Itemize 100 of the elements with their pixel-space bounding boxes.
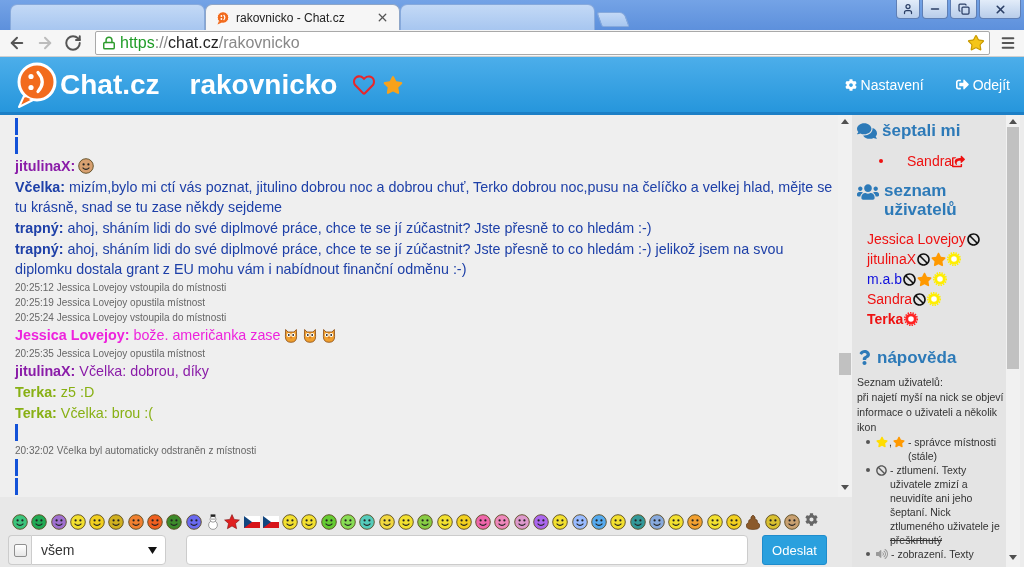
bullet-icon: [866, 440, 870, 444]
help-text: - ztlumení. Texty uživatele zmizí a neuvidíte ani jeho šeptaní. Nick ztlumeného uživatele je přeškrtnutý: [890, 463, 1001, 547]
smiley-icon[interactable]: [185, 514, 202, 530]
send-button[interactable]: Odeslat: [762, 535, 827, 565]
smiley-icon[interactable]: [436, 514, 453, 530]
profile-button[interactable]: [896, 0, 920, 19]
system-message: 20:25:24 Jessica Lovejoy vstoupila do místnosti: [15, 311, 228, 325]
smiley-icon[interactable]: [494, 514, 511, 530]
smiley-icon[interactable]: [69, 514, 86, 530]
smiley-icon[interactable]: [397, 514, 414, 530]
ban-icon: [903, 272, 916, 286]
marker-bar: [15, 424, 18, 441]
section-title: šeptali mi: [882, 121, 961, 140]
logout-link[interactable]: Odejít: [955, 76, 1010, 93]
smiley-icon[interactable]: [513, 514, 530, 530]
question-icon: [857, 350, 872, 365]
smiley-icon[interactable]: [590, 514, 607, 530]
username[interactable]: Sandra: [867, 291, 913, 307]
system-message: 20:25:19 Jessica Lovejoy opustila místnost: [15, 296, 207, 310]
punctuation-text: ,: [889, 435, 892, 449]
scroll-down-icon[interactable]: [841, 485, 849, 490]
caret-icon: [148, 546, 157, 554]
scroll-down-icon[interactable]: [1009, 555, 1017, 560]
speech-bubble-icon: [15, 61, 57, 108]
username[interactable]: Jessica Lovejoy: [867, 231, 966, 247]
scrollbar[interactable]: [1006, 115, 1020, 567]
smiley-icon[interactable]: [783, 514, 800, 530]
scrollbar-thumb[interactable]: [1007, 127, 1019, 369]
chat-message: Jessica Lovejoy: bože. američanka zase: [15, 327, 281, 343]
owl-icon: [283, 327, 300, 343]
smiley-icon[interactable]: [475, 514, 492, 530]
smiley-icon[interactable]: [378, 514, 395, 530]
star-icon: [931, 251, 947, 267]
flag-icon[interactable]: [262, 516, 279, 528]
reload-icon[interactable]: [64, 34, 82, 52]
marker-bar: [15, 118, 18, 135]
smiley-icon[interactable]: [648, 514, 665, 530]
ban-icon: [876, 464, 887, 476]
settings-link[interactable]: Nastavení: [844, 76, 924, 93]
smiley-icon[interactable]: [455, 514, 472, 530]
flag-icon[interactable]: [243, 516, 260, 528]
checkbox[interactable]: [13, 543, 27, 557]
smiley-icon[interactable]: [571, 514, 588, 530]
smiley-icon[interactable]: [726, 514, 742, 530]
smiley-icon[interactable]: [282, 514, 299, 530]
bookmark-star-icon[interactable]: [967, 34, 985, 52]
marker-bar: [15, 137, 18, 154]
scrollbar-thumb[interactable]: [839, 353, 851, 375]
star-icon[interactable]: [224, 514, 241, 530]
smiley-icon[interactable]: [552, 514, 569, 530]
close-icon[interactable]: [376, 11, 389, 24]
recipient-select[interactable]: všem: [31, 535, 166, 565]
scroll-up-icon[interactable]: [841, 119, 849, 124]
smiley-icon[interactable]: [89, 514, 106, 530]
smiley-icon[interactable]: [340, 514, 357, 530]
smiley-icon[interactable]: [687, 514, 704, 530]
close-window-button[interactable]: [979, 0, 1021, 19]
settings-icon[interactable]: [805, 512, 819, 526]
smiley-icon[interactable]: [668, 514, 685, 530]
smiley-icon[interactable]: [166, 514, 183, 530]
address-bar[interactable]: https://chat.cz/rakovnicko: [95, 31, 990, 55]
star-icon: [917, 271, 932, 287]
browser-tab[interactable]: rakovnicko - Chat.cz: [205, 4, 400, 30]
menu-icon[interactable]: [1000, 35, 1016, 51]
message-input[interactable]: [186, 535, 748, 565]
username[interactable]: jitulinaX: [867, 251, 917, 267]
smiley-icon[interactable]: [31, 514, 48, 530]
smiley-icon[interactable]: [764, 514, 781, 530]
scrollbar[interactable]: [838, 115, 852, 497]
smiley-icon[interactable]: [301, 514, 318, 530]
section-title: seznam uživatelů: [884, 181, 958, 219]
scroll-up-icon[interactable]: [1009, 119, 1017, 124]
smiley-icon[interactable]: [533, 514, 549, 530]
chat-bubbles-icon: [857, 121, 877, 141]
username[interactable]: m.a.b: [867, 271, 902, 287]
logout-icon: [955, 78, 969, 91]
smiley-icon[interactable]: [12, 514, 28, 530]
smiley-icon[interactable]: [706, 514, 723, 530]
lock-icon: [102, 36, 116, 50]
poop-icon[interactable]: [745, 514, 762, 530]
share-icon[interactable]: [952, 154, 966, 168]
username[interactable]: Terka: [867, 311, 904, 327]
speech-bubble-icon: [216, 10, 230, 25]
smiley-icon[interactable]: [50, 514, 67, 530]
smiley-icon[interactable]: [320, 514, 337, 530]
smiley-icon[interactable]: [610, 514, 627, 530]
smiley-icon[interactable]: [127, 514, 144, 530]
smiley-icon[interactable]: [359, 514, 376, 530]
username[interactable]: Sandra: [907, 153, 953, 169]
settings-icon: [844, 78, 857, 91]
smiley-icon[interactable]: [417, 514, 434, 530]
owl-icon: [321, 327, 338, 343]
star-icon[interactable]: [383, 74, 404, 95]
smiley-icon[interactable]: [629, 514, 646, 530]
section-title: nápověda: [877, 348, 957, 367]
smiley-icon[interactable]: [108, 514, 125, 530]
minimize-button[interactable]: [922, 0, 948, 19]
smiley-icon[interactable]: [147, 514, 164, 530]
help-text: - správce místnosti (stále): [907, 435, 998, 463]
restore-button[interactable]: [950, 0, 977, 19]
